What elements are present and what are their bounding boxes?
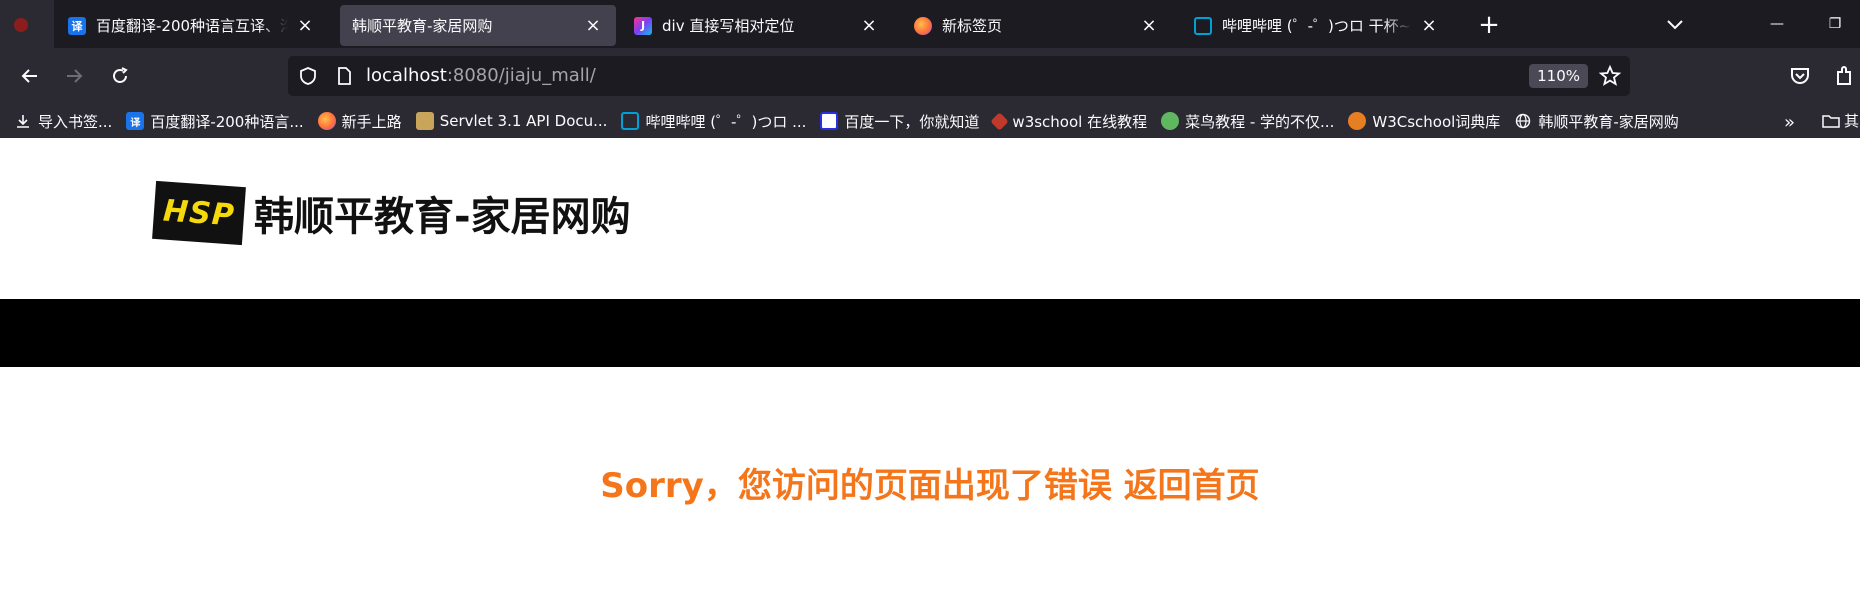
- reload-icon: [113, 67, 128, 83]
- more-bookmarks-chevron-icon[interactable]: »: [1784, 112, 1795, 133]
- bilibili-icon: [1194, 16, 1212, 35]
- bookmark-import[interactable]: 导入书签...: [14, 111, 112, 132]
- bookmark-w3school[interactable]: w3school 在线教程: [990, 111, 1148, 132]
- bookmark-runoob[interactable]: 菜鸟教程 - 学的不仅...: [1161, 111, 1334, 132]
- bookmark-label: 哔哩哔哩 (゜-゜)つロ ...: [645, 112, 807, 131]
- other-bookmarks-folder[interactable]: 其: [1822, 110, 1859, 131]
- back-arrow-icon: [21, 69, 37, 83]
- site-logo[interactable]: HSP 韩顺平教育-家居网购: [152, 180, 631, 246]
- close-tab-icon[interactable]: ×: [1138, 15, 1160, 37]
- close-tab-icon[interactable]: ×: [1418, 15, 1440, 37]
- servlet-icon: [415, 112, 434, 130]
- w3cschool-icon: [1348, 112, 1367, 130]
- bookmark-label: 新手上路: [341, 112, 402, 131]
- firefox-icon: [317, 112, 336, 130]
- logo-badge-text: HSP: [162, 193, 236, 233]
- bookmark-label: W3Cschool词典库: [1372, 112, 1501, 131]
- return-home-link[interactable]: 返回首页: [1124, 466, 1260, 506]
- back-button[interactable]: [14, 60, 46, 92]
- error-text: Sorry，您访问的页面出现了错误: [600, 466, 1112, 506]
- baidu-icon: [820, 112, 839, 130]
- firefox-view-icon: [14, 18, 28, 32]
- firefox-view-button[interactable]: [0, 0, 54, 48]
- tab-div-positioning[interactable]: J div 直接写相对定位 ×: [622, 5, 892, 46]
- bookmark-baidu[interactable]: 百度一下，你就知道: [820, 111, 979, 132]
- list-all-tabs-button[interactable]: [1660, 10, 1690, 40]
- w3school-icon: [990, 111, 1010, 131]
- url-bar[interactable]: localhost:8080/jiaju_mall/ 110%: [288, 56, 1630, 96]
- zoom-indicator[interactable]: 110%: [1529, 64, 1588, 88]
- logo-title: 韩顺平教育-家居网购: [254, 194, 631, 240]
- tab-new-tab[interactable]: 新标签页 ×: [902, 5, 1172, 46]
- extensions-icon[interactable]: [1830, 62, 1858, 90]
- bookmark-bilibili[interactable]: 哔哩哔哩 (゜-゜)つロ ...: [621, 111, 806, 132]
- tab-label: 新标签页: [942, 17, 1003, 35]
- url-text[interactable]: localhost:8080/jiaju_mall/: [366, 56, 596, 96]
- bookmark-w3cschool[interactable]: W3Cschool词典库: [1348, 111, 1500, 132]
- bookmark-jiaju-mall[interactable]: 韩顺平教育-家居网购: [1514, 111, 1679, 132]
- close-tab-icon[interactable]: ×: [858, 15, 880, 37]
- restore-button[interactable]: ❐: [1820, 10, 1850, 38]
- baidu-translate-icon: 译: [68, 16, 86, 35]
- tab-label: div 直接写相对定位: [662, 17, 795, 35]
- url-path: :8080/jiaju_mall/: [446, 65, 596, 86]
- bookmark-servlet-api[interactable]: Servlet 3.1 API Docu...: [415, 112, 608, 130]
- navigation-bar: [0, 299, 1860, 367]
- forward-button[interactable]: [58, 60, 90, 92]
- baidu-translate-icon: 译: [126, 112, 145, 130]
- url-host: localhost: [366, 65, 447, 86]
- tab-jiaju-mall[interactable]: 韩顺平教育-家居网购 ×: [340, 5, 616, 46]
- bookmark-label: 百度翻译-200种语言...: [150, 112, 304, 131]
- bookmark-label: w3school 在线教程: [1012, 112, 1148, 131]
- navigation-toolbar: localhost:8080/jiaju_mall/ 110%: [0, 48, 1860, 104]
- pocket-icon[interactable]: [1786, 62, 1814, 90]
- bookmarks-toolbar: 导入书签... 译 百度翻译-200种语言... 新手上路 Servlet 3.…: [0, 104, 1860, 138]
- tab-label: 韩顺平教育-家居网购: [352, 17, 493, 35]
- jetbrains-icon: J: [634, 16, 652, 35]
- chevron-down-icon: [1667, 20, 1683, 30]
- bookmark-label: Servlet 3.1 API Docu...: [439, 112, 608, 130]
- tab-strip: 译 百度翻译-200种语言互译、沟通 × 韩顺平教育-家居网购 × J div …: [0, 0, 1860, 48]
- logo-badge: HSP: [152, 180, 246, 246]
- bookmark-label: 导入书签...: [38, 112, 113, 131]
- import-icon: [14, 112, 32, 130]
- bilibili-icon: [621, 112, 640, 130]
- shield-icon[interactable]: [298, 66, 318, 86]
- tab-bilibili[interactable]: 哔哩哔哩 (゜-゜)つロ 干杯~-bilibili ×: [1182, 5, 1452, 46]
- forward-arrow-icon: [67, 69, 83, 83]
- globe-icon: [1514, 112, 1532, 130]
- firefox-icon: [914, 16, 932, 35]
- close-tab-icon[interactable]: ×: [294, 15, 316, 37]
- page-info-icon[interactable]: [334, 66, 354, 86]
- bookmark-star-icon[interactable]: [1598, 64, 1622, 88]
- reload-button[interactable]: [104, 60, 136, 92]
- error-message: Sorry，您访问的页面出现了错误 返回首页: [0, 458, 1860, 507]
- new-tab-button[interactable]: +: [1474, 10, 1504, 40]
- bookmark-baidu-translate[interactable]: 译 百度翻译-200种语言...: [126, 111, 304, 132]
- runoob-icon: [1161, 112, 1180, 130]
- bookmark-getting-started[interactable]: 新手上路: [317, 111, 402, 132]
- minimize-button[interactable]: —: [1762, 10, 1792, 38]
- page-content: HSP 韩顺平教育-家居网购 Sorry，您访问的页面出现了错误 返回首页: [0, 138, 1860, 593]
- other-bookmarks-label: 其: [1844, 112, 1860, 130]
- folder-icon: [1822, 114, 1840, 128]
- close-tab-icon[interactable]: ×: [582, 15, 604, 37]
- bookmark-label: 韩顺平教育-家居网购: [1538, 112, 1679, 131]
- bookmark-label: 百度一下，你就知道: [844, 112, 980, 131]
- bookmark-label: 菜鸟教程 - 学的不仅...: [1185, 112, 1335, 131]
- tab-label: 哔哩哔哩 (゜-゜)つロ 干杯~-bilibili: [1222, 17, 1412, 35]
- tab-baidu-translate[interactable]: 译 百度翻译-200种语言互译、沟通 ×: [56, 5, 328, 46]
- tab-label: 百度翻译-200种语言互译、沟通: [96, 17, 288, 35]
